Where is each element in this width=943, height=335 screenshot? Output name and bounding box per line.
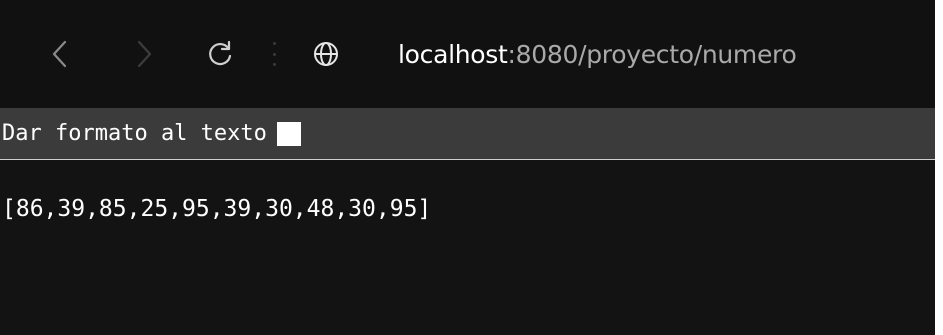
chevron-left-icon	[52, 40, 67, 68]
reload-button[interactable]	[200, 30, 240, 78]
url-host: localhost	[398, 40, 508, 69]
url-path: :8080/proyecto/numero	[507, 40, 797, 69]
site-info-button[interactable]	[306, 30, 346, 78]
reload-icon	[209, 40, 232, 66]
pretty-print-label: Dar formato al texto	[2, 121, 267, 146]
pretty-print-bar: Dar formato al texto	[0, 108, 935, 160]
toolbar-separator	[270, 42, 278, 66]
browser-window: localhost:8080/proyecto/numero Dar forma…	[0, 0, 935, 335]
address-bar[interactable]: localhost:8080/proyecto/numero	[398, 40, 797, 70]
json-response-text: [86,39,85,25,95,39,30,48,30,95]	[2, 196, 432, 222]
browser-toolbar: localhost:8080/proyecto/numero	[0, 0, 935, 108]
chevron-right-icon	[137, 40, 152, 68]
forward-button[interactable]	[124, 30, 164, 78]
globe-icon	[314, 42, 338, 66]
pretty-print-checkbox[interactable]	[276, 121, 301, 146]
back-button[interactable]	[40, 30, 80, 78]
